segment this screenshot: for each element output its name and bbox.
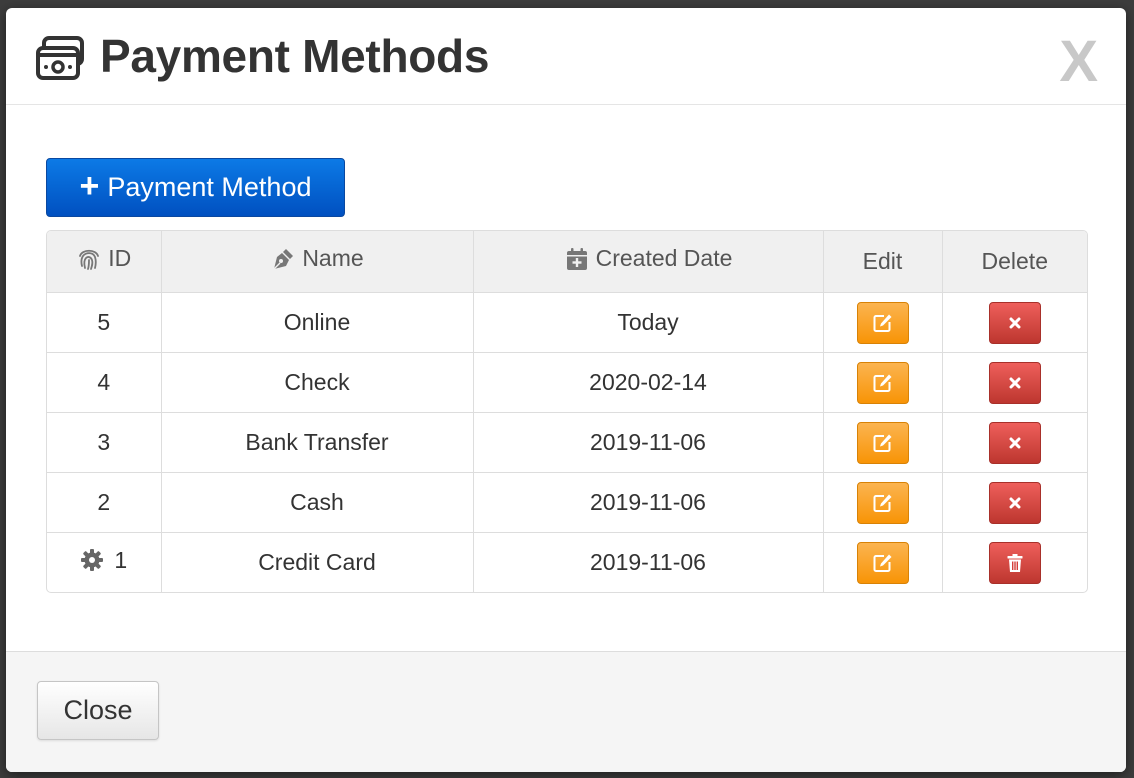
column-header-label: Delete [981, 248, 1048, 274]
id-cell: 5 [47, 292, 162, 353]
column-header-label: Edit [862, 248, 903, 274]
times-icon [1009, 317, 1021, 328]
edit-button[interactable] [856, 541, 909, 584]
delete-cell [942, 412, 1087, 473]
row-id: 3 [97, 429, 111, 455]
delete-cell [942, 472, 1087, 533]
column-header-edit: Edit [823, 231, 943, 293]
edit-icon [873, 554, 891, 572]
name-cell: Bank Transfer [161, 412, 474, 473]
row-name: Cash [290, 489, 344, 515]
row-name: Check [284, 369, 350, 395]
payment-methods-table: ID Name Created Date Edit Delete 5 Onlin… [46, 230, 1088, 593]
add-payment-method-button[interactable]: + Payment Method [46, 158, 345, 217]
row-created-date: 2019-11-06 [590, 549, 706, 575]
table-row: 5 Online Today [47, 292, 1087, 353]
name-cell: Credit Card [161, 532, 474, 592]
row-id: 4 [97, 369, 111, 395]
delete-cell [942, 533, 1087, 593]
row-created-date: Today [617, 309, 679, 335]
column-header-id[interactable]: ID [47, 231, 162, 293]
edit-button[interactable] [856, 421, 909, 464]
trash-icon [1007, 553, 1023, 572]
delete-cell [942, 292, 1087, 353]
modal-body: + Payment Method ID Name Created Date Ed… [6, 105, 1126, 651]
name-cell: Check [161, 352, 474, 413]
edit-icon [873, 434, 891, 452]
modal-footer: Close [6, 651, 1126, 772]
column-header-label: ID [108, 245, 132, 272]
name-cell: Online [161, 292, 474, 353]
row-created-date: 2019-11-06 [590, 489, 706, 515]
row-name: Credit Card [258, 549, 376, 575]
edit-cell [823, 472, 943, 533]
times-icon [1009, 497, 1021, 508]
created-date-cell: 2020-02-14 [473, 352, 824, 413]
edit-icon [873, 314, 891, 332]
column-header-label: Created Date [595, 245, 733, 272]
row-name: Bank Transfer [245, 429, 389, 455]
id-cell: 2 [47, 472, 162, 533]
plus-icon: + [79, 167, 100, 205]
pen-nib-icon [273, 248, 294, 270]
id-cell: 4 [47, 352, 162, 413]
column-header-name[interactable]: Name [161, 231, 474, 293]
row-created-date: 2019-11-06 [590, 429, 706, 455]
edit-cell [823, 532, 943, 592]
close-x-button[interactable]: X [1059, 32, 1098, 92]
edit-cell [823, 352, 943, 413]
modal-title: Payment Methods [100, 30, 490, 82]
delete-button[interactable] [988, 541, 1041, 584]
edit-cell [823, 412, 943, 473]
table-row: 1 Credit Card 2019-11-06 [47, 532, 1087, 593]
row-created-date: 2020-02-14 [589, 369, 707, 395]
money-check-icon [36, 36, 84, 80]
add-payment-method-label: Payment Method [107, 172, 312, 202]
table-row: 3 Bank Transfer 2019-11-06 [47, 412, 1087, 473]
created-date-cell: Today [473, 292, 824, 353]
name-cell: Cash [161, 472, 474, 533]
created-date-cell: 2019-11-06 [473, 532, 824, 592]
created-date-cell: 2019-11-06 [473, 412, 824, 473]
column-header-delete: Delete [942, 231, 1087, 293]
column-header-label: Name [302, 245, 364, 272]
delete-button[interactable] [988, 301, 1041, 344]
row-id: 1 [114, 546, 128, 573]
edit-icon [873, 374, 891, 392]
row-name: Online [283, 309, 351, 335]
row-id: 5 [97, 309, 111, 335]
edit-button[interactable] [856, 481, 909, 524]
times-icon [1009, 437, 1021, 448]
edit-icon [873, 494, 891, 512]
times-icon [1009, 377, 1021, 388]
delete-cell [942, 352, 1087, 413]
id-cell: 3 [47, 412, 162, 473]
row-id: 2 [97, 489, 111, 515]
delete-button[interactable] [988, 421, 1041, 464]
fingerprint-icon [79, 249, 100, 270]
delete-button[interactable] [988, 361, 1041, 404]
modal-header: Payment Methods X [6, 8, 1126, 105]
delete-button[interactable] [988, 481, 1041, 524]
edit-button[interactable] [856, 301, 909, 344]
edit-cell [823, 292, 943, 353]
payment-methods-modal: Payment Methods X + Payment Method ID Na… [6, 8, 1126, 772]
edit-button[interactable] [856, 361, 909, 404]
table-row: 4 Check 2020-02-14 [47, 352, 1087, 413]
id-cell: 1 [47, 532, 162, 592]
created-date-cell: 2019-11-06 [473, 472, 824, 533]
close-button[interactable]: Close [37, 681, 159, 740]
table-row: 2 Cash 2019-11-06 [47, 472, 1087, 533]
column-header-created-date[interactable]: Created Date [473, 231, 824, 293]
calendar-plus-icon [566, 247, 587, 270]
gear-icon [81, 549, 104, 572]
table-header-row: ID Name Created Date Edit Delete [47, 231, 1087, 293]
